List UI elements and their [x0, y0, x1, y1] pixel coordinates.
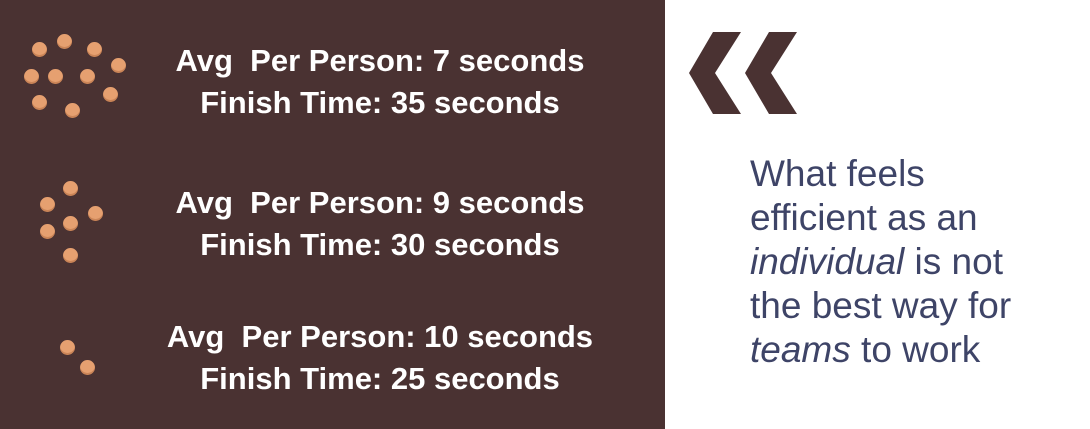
quote-line: teams to work [750, 328, 1085, 372]
quote-line-rest: is not [904, 241, 1003, 282]
stat-group-10-people: Avg Per Person: 7 seconds Finish Time: 3… [0, 30, 665, 130]
slide: Avg Per Person: 7 seconds Finish Time: 3… [0, 0, 1090, 429]
avg-per-person-text: Avg Per Person: 9 seconds [175, 185, 585, 220]
finish-time-text: Finish Time: 35 seconds [200, 85, 560, 120]
stat-text: Avg Per Person: 10 seconds Finish Time: … [0, 316, 760, 400]
quote-line-rest: to work [850, 329, 981, 370]
avg-per-person-text: Avg Per Person: 10 seconds [166, 319, 594, 354]
stat-text: Avg Per Person: 7 seconds Finish Time: 3… [0, 40, 760, 124]
stat-group-2-people: Avg Per Person: 10 seconds Finish Time: … [0, 310, 665, 410]
quote-line: individual is not [750, 240, 1085, 284]
quote-emphasis-individual: individual [750, 241, 905, 282]
left-double-angle-quote-icon [689, 32, 797, 114]
quote-text: What feels efficient as an individual is… [750, 152, 1085, 372]
quote-line: the best way for [750, 285, 1012, 326]
quote-line: What feels [750, 153, 925, 194]
stat-text: Avg Per Person: 9 seconds Finish Time: 3… [0, 182, 760, 266]
stat-group-5-people: Avg Per Person: 9 seconds Finish Time: 3… [0, 172, 665, 272]
quote-line: efficient as an [750, 197, 978, 238]
avg-per-person-text: Avg Per Person: 7 seconds [175, 43, 585, 78]
finish-time-text: Finish Time: 30 seconds [200, 227, 560, 262]
finish-time-text: Finish Time: 25 seconds [200, 361, 560, 396]
quote-emphasis-teams: teams [750, 329, 851, 370]
stats-panel: Avg Per Person: 7 seconds Finish Time: 3… [0, 0, 665, 429]
